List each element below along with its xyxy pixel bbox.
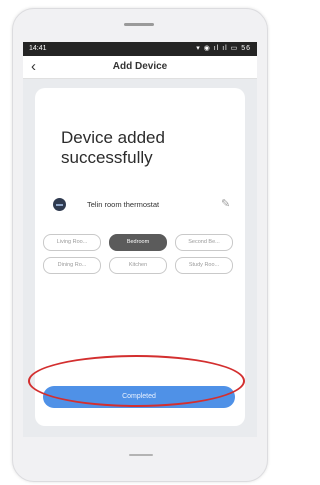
phone-frame: 14:41 ▾ ◉ ıl ıl ▭ 56 ‹ Add Device Device…: [12, 8, 268, 482]
status-time: 14:41: [29, 45, 47, 52]
device-row: Telin room thermostat ✎: [53, 196, 233, 214]
room-chip[interactable]: Second Be...: [175, 234, 233, 251]
thermostat-icon: [53, 198, 66, 211]
annotation-highlight-circle: [28, 355, 245, 407]
room-chip[interactable]: Study Roo...: [175, 257, 233, 274]
room-chip[interactable]: Living Roo...: [43, 234, 101, 251]
navigation-bar: ‹ Add Device: [23, 56, 257, 79]
edit-pencil-icon[interactable]: ✎: [221, 197, 230, 210]
device-name: Telin room thermostat: [87, 200, 160, 209]
phone-speaker: [124, 23, 154, 26]
room-chip[interactable]: Kitchen: [109, 257, 167, 274]
status-icons: ▾ ◉ ıl ıl ▭ 56: [196, 45, 251, 52]
success-headline: Device added successfully: [61, 128, 165, 167]
status-bar: 14:41 ▾ ◉ ıl ıl ▭ 56: [23, 42, 257, 56]
page-title: Add Device: [112, 61, 168, 72]
room-chip[interactable]: Dining Ro...: [43, 257, 101, 274]
home-indicator: [129, 454, 153, 456]
room-chip-selected[interactable]: Bedroom: [109, 234, 167, 251]
